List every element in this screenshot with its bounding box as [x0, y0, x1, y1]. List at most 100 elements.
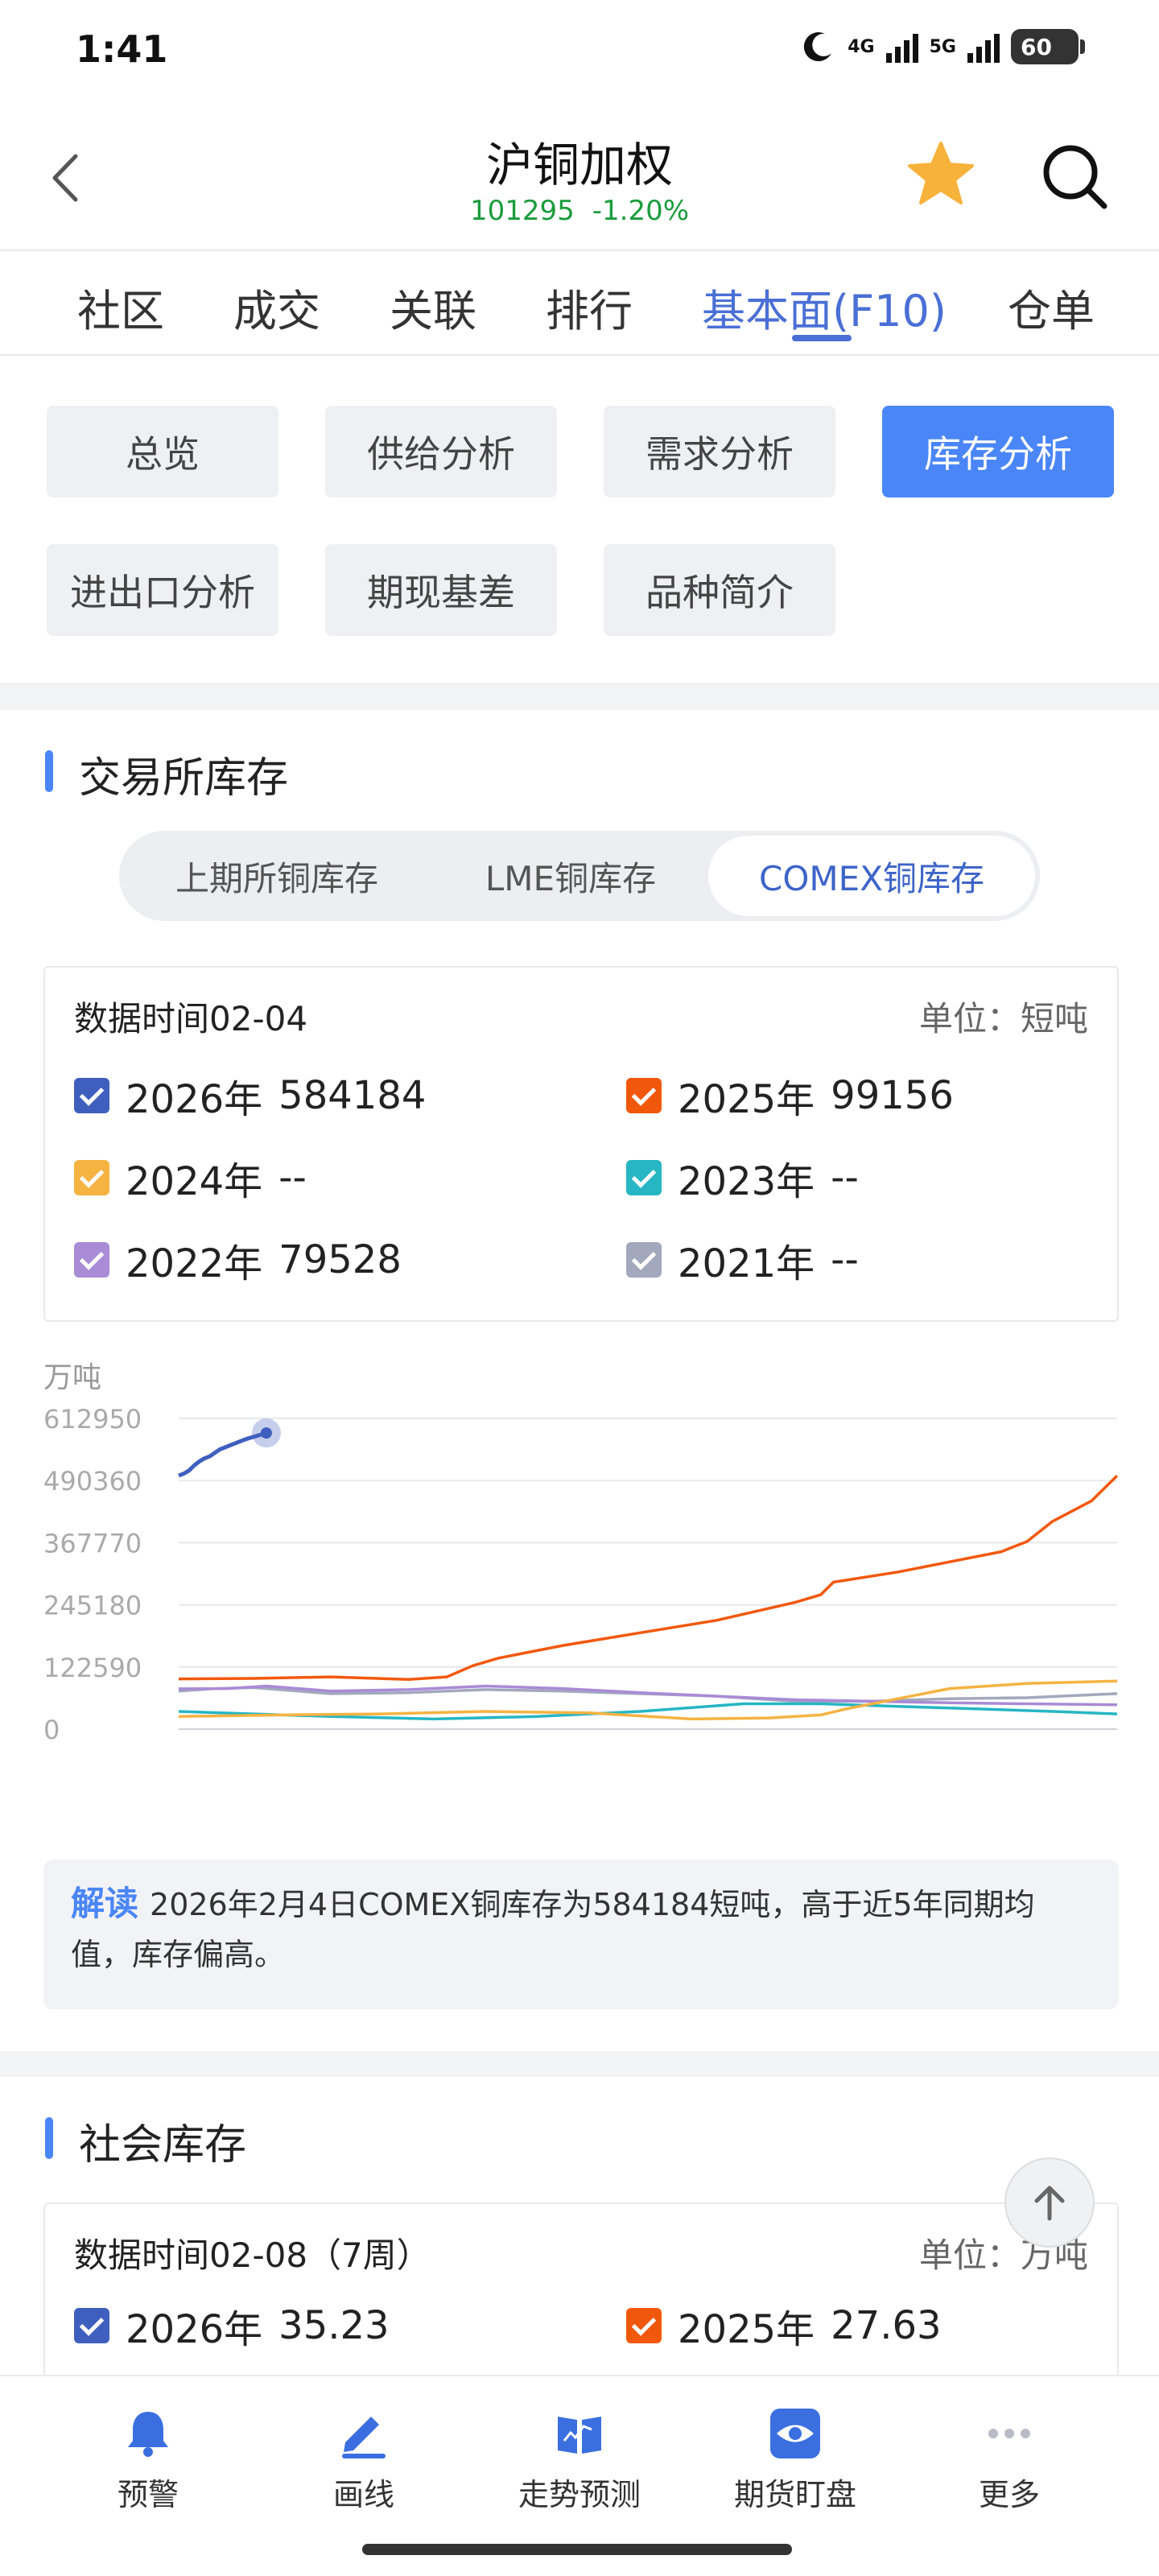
y-tick-label: 0: [43, 1715, 60, 1745]
series-line-2026年: [178, 1430, 267, 1478]
legend-item[interactable]: 2022年 79528: [74, 1232, 402, 1288]
tab-related[interactable]: 关联: [390, 275, 476, 339]
y-tick-label: 122590: [43, 1653, 142, 1683]
checkbox-icon[interactable]: [626, 2308, 662, 2343]
section-title: 社会库存: [45, 2111, 246, 2171]
exchange-inventory-section: 交易所库存 上期所铜库存 LME铜库存 COMEX铜库存 数据时间02-04 单…: [0, 710, 1159, 2051]
data-time: 数据时间02-04: [74, 999, 308, 1038]
tab-community[interactable]: 社区: [77, 275, 164, 339]
social-inventory-section: 社会库存 数据时间02-08（7周） 单位：万吨 2026年 35.23 202…: [0, 2077, 1159, 2396]
interpretation-tag: 解读: [71, 1884, 139, 1923]
battery-icon: 60: [1011, 29, 1085, 64]
legend-item[interactable]: 2026年 584184: [74, 1067, 426, 1124]
status-bar: 1:41 4G 5G 60: [0, 0, 1159, 97]
legend-year: 2021年: [678, 1241, 815, 1286]
tab-deals[interactable]: 成交: [233, 275, 320, 339]
overview-button[interactable]: 总览: [47, 406, 278, 497]
legend-item[interactable]: 2025年 99156: [626, 1067, 954, 1124]
price-value: 101295: [469, 195, 575, 227]
nav-label: 期货盯盘: [733, 2477, 856, 2512]
nav-trend-forecast[interactable]: 走势预测: [499, 2405, 660, 2514]
nav-label: 更多: [978, 2477, 1040, 2512]
legend-item[interactable]: 2026年 35.23: [74, 2297, 390, 2354]
network-5g-label: 5G: [929, 36, 956, 57]
eye-icon: [770, 2409, 820, 2458]
legend-item[interactable]: 2024年 --: [74, 1150, 307, 1206]
nav-alert[interactable]: 预警: [68, 2405, 229, 2514]
tab-warehouse-receipts[interactable]: 仓单: [1008, 275, 1095, 339]
checkbox-icon[interactable]: [74, 1078, 109, 1113]
scroll-to-top-button[interactable]: [1004, 2157, 1095, 2248]
checkbox-icon[interactable]: [626, 1160, 662, 1195]
import-export-button[interactable]: 进出口分析: [47, 544, 278, 636]
legend-value: 584184: [278, 1073, 427, 1118]
legend-year: 2022年: [126, 1241, 263, 1286]
nav-label: 走势预测: [518, 2477, 641, 2512]
segment-lme[interactable]: LME铜库存: [430, 836, 711, 916]
checkbox-icon[interactable]: [74, 1242, 109, 1278]
checkbox-icon[interactable]: [74, 1160, 109, 1195]
title-bar: 沪铜加权 101295 -1.20%: [0, 97, 1159, 250]
legend-year: 2024年: [126, 1159, 263, 1204]
tab-fundamentals[interactable]: 基本面(F10): [702, 275, 947, 339]
legend-value: --: [831, 1237, 859, 1282]
series-line-2024年: [178, 1679, 1118, 1721]
section-title: 交易所库存: [45, 744, 288, 804]
checkbox-icon[interactable]: [74, 2308, 109, 2343]
arrow-up-icon: [1034, 2186, 1065, 2221]
variety-intro-button[interactable]: 品种简介: [604, 544, 835, 636]
segment-shfe[interactable]: 上期所铜库存: [124, 836, 430, 916]
checkbox-icon[interactable]: [626, 1078, 662, 1113]
nav-label: 预警: [117, 2477, 179, 2512]
battery-level: 60: [1021, 33, 1052, 60]
demand-analysis-button[interactable]: 需求分析: [604, 406, 835, 497]
price-change: -1.20%: [592, 195, 690, 227]
basis-button[interactable]: 期现基差: [325, 544, 557, 636]
analysis-buttons: 总览 供给分析 需求分析 库存分析 进出口分析 期现基差 品种简介: [0, 356, 1159, 683]
y-tick-label: 612950: [43, 1404, 142, 1435]
search-icon[interactable]: [1038, 140, 1111, 213]
interpretation-text: 2026年2月4日COMEX铜库存为584184短吨，高于近5年同期均值，库存偏…: [71, 1887, 1035, 1972]
more-icon: [988, 2429, 1030, 2438]
supply-analysis-button[interactable]: 供给分析: [325, 406, 557, 497]
nav-draw-line[interactable]: 画线: [283, 2405, 444, 2514]
y-tick-label: 490360: [43, 1466, 142, 1496]
legend-year: 2026年: [126, 2307, 263, 2352]
legend-value: 99156: [831, 1073, 954, 1118]
bell-icon: [128, 2412, 168, 2457]
inventory-line-chart: 612950490360367770245180122590001-0212-3…: [43, 1404, 1119, 1745]
page-title: 沪铜加权: [485, 138, 673, 192]
status-time: 1:41: [76, 27, 168, 71]
legend-year: 2025年: [678, 2307, 815, 2352]
active-tab-indicator: [792, 335, 852, 341]
legend-item[interactable]: 2021年 --: [626, 1232, 859, 1288]
checkbox-icon[interactable]: [626, 1242, 662, 1278]
book-icon: [558, 2417, 601, 2454]
legend-value: --: [278, 1155, 307, 1200]
signal-icon: [967, 31, 1000, 63]
tab-ranking[interactable]: 排行: [546, 275, 633, 339]
legend-value: --: [831, 1155, 859, 1200]
moon-icon: [804, 32, 832, 62]
legend-item[interactable]: 2023年 --: [626, 1150, 859, 1206]
legend-value: 27.63: [831, 2303, 942, 2348]
y-tick-label: 245180: [43, 1591, 142, 1621]
exchange-segmented-control: 上期所铜库存 LME铜库存 COMEX铜库存: [119, 831, 1040, 921]
status-icons: 4G 5G 60: [801, 29, 1085, 64]
data-time: 数据时间02-08（7周）: [74, 2235, 431, 2275]
legend-year: 2025年: [678, 1077, 815, 1122]
nav-more[interactable]: 更多: [929, 2405, 1090, 2514]
interpretation-box: 解读 2026年2月4日COMEX铜库存为584184短吨，高于近5年同期均值，库…: [43, 1860, 1119, 2009]
inventory-analysis-button[interactable]: 库存分析: [882, 406, 1114, 497]
nav-futures-watch[interactable]: 期货盯盘: [715, 2405, 876, 2514]
star-icon[interactable]: [905, 138, 977, 211]
legend-item[interactable]: 2025年 27.63: [626, 2297, 942, 2354]
series-line-2025年: [178, 1474, 1119, 1682]
top-tabs: 社区 成交 关联 排行 基本面(F10) 仓单: [0, 250, 1159, 356]
signal-icon: [885, 31, 918, 63]
y-tick-label: 367770: [43, 1528, 142, 1558]
current-point[interactable]: [260, 1427, 272, 1439]
legend-year: 2026年: [126, 1077, 263, 1122]
segment-comex[interactable]: COMEX铜库存: [708, 836, 1035, 916]
legend-box: 数据时间02-04 单位：短吨 2026年 584184 2025年 99156 202…: [43, 966, 1119, 1322]
